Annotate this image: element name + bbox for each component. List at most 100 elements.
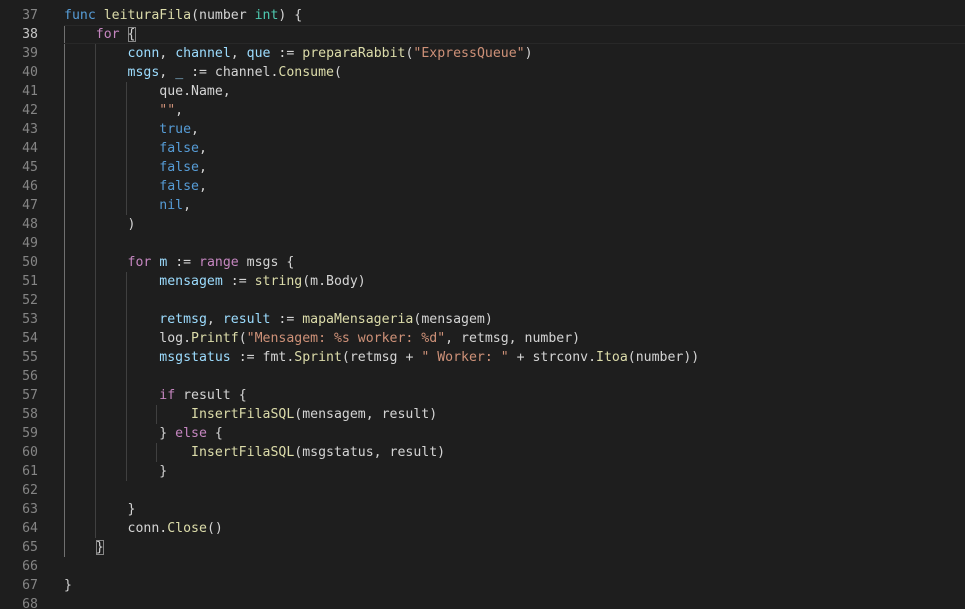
code-token: for bbox=[95, 27, 120, 42]
code-line[interactable]: 64 conn.Close() bbox=[0, 519, 965, 538]
code-token: := channel. bbox=[183, 65, 279, 80]
code-line[interactable]: 67} bbox=[0, 576, 965, 595]
code-token: := bbox=[222, 274, 255, 289]
code-token: (mensagem) bbox=[413, 312, 493, 327]
code-line[interactable]: 51 mensagem := string(m.Body) bbox=[0, 272, 965, 291]
code-token: } bbox=[64, 578, 72, 593]
code-line[interactable]: 50 for m := range msgs { bbox=[0, 253, 965, 272]
code-text: "", bbox=[64, 101, 183, 120]
code-line[interactable]: 48 ) bbox=[0, 215, 965, 234]
code-token: (number)) bbox=[627, 350, 700, 365]
line-number: 37 bbox=[22, 8, 38, 23]
code-line[interactable]: 37 func leituraFila(number int) { bbox=[0, 6, 965, 25]
line-number: 41 bbox=[22, 84, 38, 99]
code-text: if result { bbox=[64, 386, 246, 405]
code-token: false bbox=[159, 179, 199, 194]
code-token: , bbox=[198, 179, 207, 194]
code-token: + strconv. bbox=[508, 350, 597, 365]
line-number: 53 bbox=[22, 312, 38, 327]
code-line[interactable]: 47 nil, bbox=[0, 196, 965, 215]
line-number: 44 bbox=[22, 141, 38, 156]
code-line[interactable]: 43 true, bbox=[0, 120, 965, 139]
line-number: 49 bbox=[22, 236, 38, 251]
code-line[interactable]: 49 bbox=[0, 234, 965, 253]
code-line[interactable]: 44 false, bbox=[0, 139, 965, 158]
code-line[interactable]: 55 msgstatus := fmt.Sprint(retmsg + " Wo… bbox=[0, 348, 965, 367]
code-token: que bbox=[246, 46, 271, 61]
code-line[interactable]: 59 } else { bbox=[0, 424, 965, 443]
code-token: mapaMensageria bbox=[302, 312, 414, 327]
code-line[interactable]: 62 bbox=[0, 481, 965, 500]
code-line[interactable]: 60 InsertFilaSQL(msgstatus, result) bbox=[0, 443, 965, 462]
code-token: , bbox=[191, 122, 199, 137]
line-number: 63 bbox=[22, 502, 38, 517]
code-line[interactable]: 63 } bbox=[0, 500, 965, 519]
code-token: conn. bbox=[127, 521, 168, 536]
line-number: 60 bbox=[22, 445, 38, 460]
code-token: Close bbox=[167, 521, 207, 536]
code-line[interactable]: 42 "", bbox=[0, 101, 965, 120]
line-number: 45 bbox=[22, 160, 38, 175]
code-text: } bbox=[64, 462, 167, 481]
code-token: preparaRabbit bbox=[302, 46, 406, 61]
code-token: true bbox=[159, 122, 192, 137]
code-text: ) bbox=[64, 215, 136, 234]
code-token: false bbox=[159, 160, 199, 175]
code-token: InsertFilaSQL bbox=[191, 445, 295, 460]
code-token: result bbox=[222, 312, 271, 327]
code-line[interactable]: 66 bbox=[0, 557, 965, 576]
code-token: := bbox=[167, 255, 200, 270]
line-number: 50 bbox=[22, 255, 38, 270]
code-line[interactable]: 41 que.Name, bbox=[0, 82, 965, 101]
code-line[interactable]: 54 log.Printf("Mensagem: %s worker: %d",… bbox=[0, 329, 965, 348]
code-token: (mensagem, result) bbox=[294, 407, 438, 422]
code-text: InsertFilaSQL(msgstatus, result) bbox=[64, 443, 445, 462]
code-token: func bbox=[64, 8, 96, 23]
code-editor[interactable]: 37 func leituraFila(number int) {38 for {… bbox=[0, 0, 965, 609]
code-token: ( bbox=[238, 331, 247, 346]
code-text: mensagem := string(m.Body) bbox=[64, 272, 365, 291]
code-text: } bbox=[64, 500, 136, 519]
line-number: 54 bbox=[22, 331, 38, 346]
code-token: nil bbox=[159, 198, 184, 213]
code-token: InsertFilaSQL bbox=[191, 407, 295, 422]
code-token: msgs bbox=[127, 65, 160, 80]
line-number: 62 bbox=[22, 483, 38, 498]
line-number: 47 bbox=[22, 198, 38, 213]
code-text: false, bbox=[64, 158, 207, 177]
code-text: false, bbox=[64, 177, 207, 196]
code-line[interactable]: 52 bbox=[0, 291, 965, 310]
code-text: func leituraFila(number int) { bbox=[64, 6, 302, 25]
code-token: _ bbox=[175, 65, 184, 80]
line-number: 66 bbox=[22, 559, 38, 574]
code-line[interactable]: 65 } bbox=[0, 538, 965, 557]
code-line[interactable]: 56 bbox=[0, 367, 965, 386]
code-text: } bbox=[64, 576, 72, 595]
code-line[interactable]: 40 msgs, _ := channel.Consume( bbox=[0, 63, 965, 82]
code-token: mensagem bbox=[159, 274, 223, 289]
code-token: "Mensagem: %s worker: %d" bbox=[246, 331, 446, 346]
code-token: channel bbox=[175, 46, 231, 61]
line-number: 65 bbox=[22, 540, 38, 555]
code-line[interactable]: 58 InsertFilaSQL(mensagem, result) bbox=[0, 405, 965, 424]
code-token: ) bbox=[524, 46, 533, 61]
line-number: 48 bbox=[22, 217, 38, 232]
code-line[interactable]: 38 for { bbox=[0, 25, 965, 44]
code-line[interactable]: 57 if result { bbox=[0, 386, 965, 405]
code-text: log.Printf("Mensagem: %s worker: %d", re… bbox=[64, 329, 580, 348]
code-token: leituraFila bbox=[103, 8, 192, 23]
code-line[interactable]: 68 bbox=[0, 595, 965, 609]
code-line[interactable]: 53 retmsg, result := mapaMensageria(mens… bbox=[0, 310, 965, 329]
code-line[interactable]: 61 } bbox=[0, 462, 965, 481]
code-token: que.Name, bbox=[159, 84, 231, 99]
code-line[interactable]: 39 conn, channel, que := preparaRabbit("… bbox=[0, 44, 965, 63]
code-line[interactable]: 45 false, bbox=[0, 158, 965, 177]
code-token: if bbox=[159, 388, 176, 403]
code-text: msgs, _ := channel.Consume( bbox=[64, 63, 342, 82]
line-number: 43 bbox=[22, 122, 38, 137]
code-line[interactable]: 46 false, bbox=[0, 177, 965, 196]
code-token: false bbox=[159, 141, 199, 156]
line-number: 57 bbox=[22, 388, 38, 403]
line-number: 42 bbox=[22, 103, 38, 118]
